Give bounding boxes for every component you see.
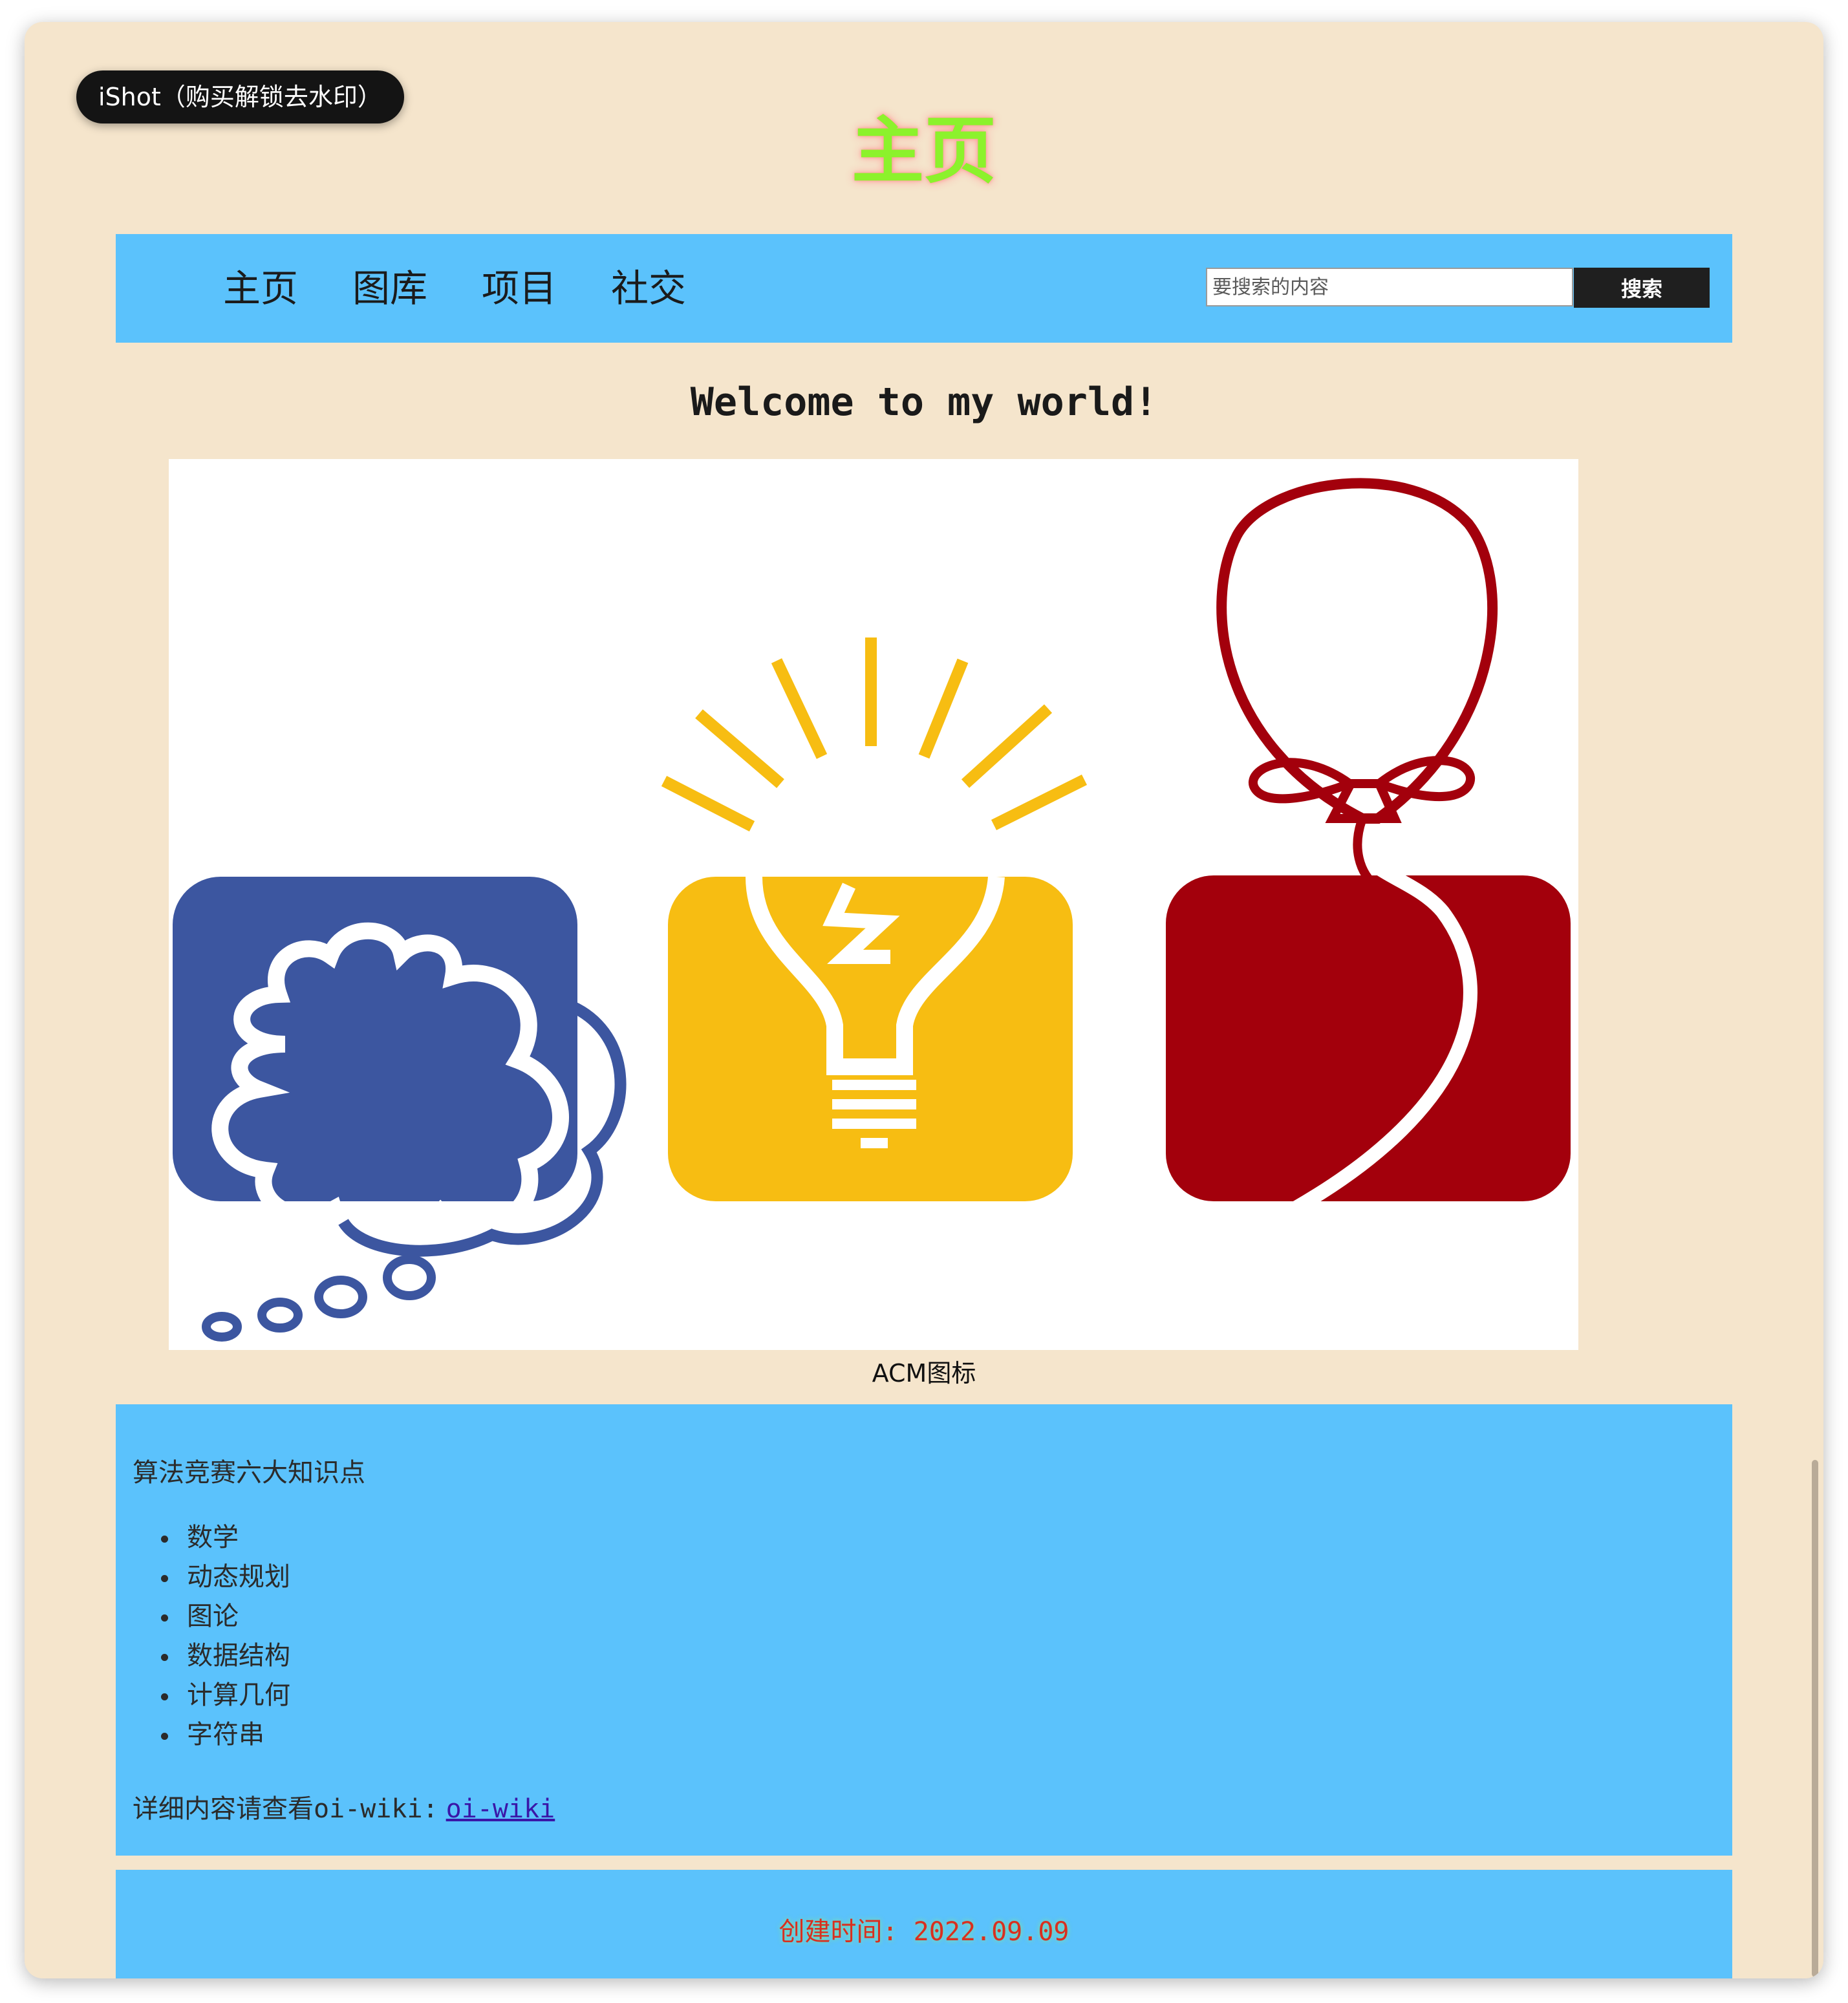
light-rays xyxy=(661,637,1088,832)
topic-list-item: 字符串 xyxy=(161,1715,290,1755)
acm-logo-image xyxy=(169,459,1578,1350)
knowledge-panel: 算法竞赛六大知识点 数学 动态规划 图论 数据结构 计算几何 字符串 详细内容请… xyxy=(116,1404,1732,1856)
footer: 创建时间: 2022.09.09 xyxy=(116,1870,1732,1978)
welcome-heading: Welcome to my world! xyxy=(690,380,1158,425)
more-info-line: 详细内容请查看oi-wiki: oi-wiki xyxy=(133,1790,555,1828)
knowledge-heading: 算法竞赛六大知识点 xyxy=(133,1458,365,1488)
topic-list-item: 数据结构 xyxy=(161,1636,290,1676)
thought-bubble-dot xyxy=(257,1298,303,1333)
topic-list-item: 图论 xyxy=(161,1597,290,1636)
thought-bubble-dot xyxy=(202,1312,242,1342)
browser-window: iShot（购买解锁去水印） 主页 主页 图库 项目 社交 搜索 Welcome… xyxy=(25,22,1823,1978)
created-date: 创建时间: 2022.09.09 xyxy=(779,1917,1069,1947)
bulb-base-line xyxy=(861,1138,888,1148)
scrollbar[interactable] xyxy=(1812,1064,1818,1977)
thought-bubble-dot xyxy=(383,1255,436,1300)
topic-list-item: 动态规划 xyxy=(161,1558,290,1597)
nav-item-social[interactable]: 社交 xyxy=(571,234,726,343)
image-caption: ACM图标 xyxy=(872,1359,976,1387)
search-input[interactable] xyxy=(1206,268,1573,306)
topic-list-item: 计算几何 xyxy=(161,1676,290,1715)
search-button[interactable]: 搜索 xyxy=(1574,268,1710,308)
bulb-base-line xyxy=(832,1080,916,1090)
oi-wiki-link[interactable]: oi-wiki xyxy=(446,1794,555,1824)
watermark-badge: iShot（购买解锁去水印） xyxy=(76,70,404,123)
bulb-base-line xyxy=(832,1119,916,1129)
scrollbar-thumb[interactable] xyxy=(1812,1460,1818,1977)
navbar: 主页 图库 项目 社交 搜索 xyxy=(116,234,1732,343)
bulb-base-line xyxy=(832,1099,916,1109)
thought-bubble-dot xyxy=(314,1276,367,1318)
more-info-text: 详细内容请查看oi-wiki: xyxy=(133,1794,438,1824)
acm-logo-graphic xyxy=(173,478,1571,1342)
topic-list-item: 数学 xyxy=(161,1518,290,1558)
topic-list: 数学 动态规划 图论 数据结构 计算几何 字符串 xyxy=(161,1518,290,1755)
